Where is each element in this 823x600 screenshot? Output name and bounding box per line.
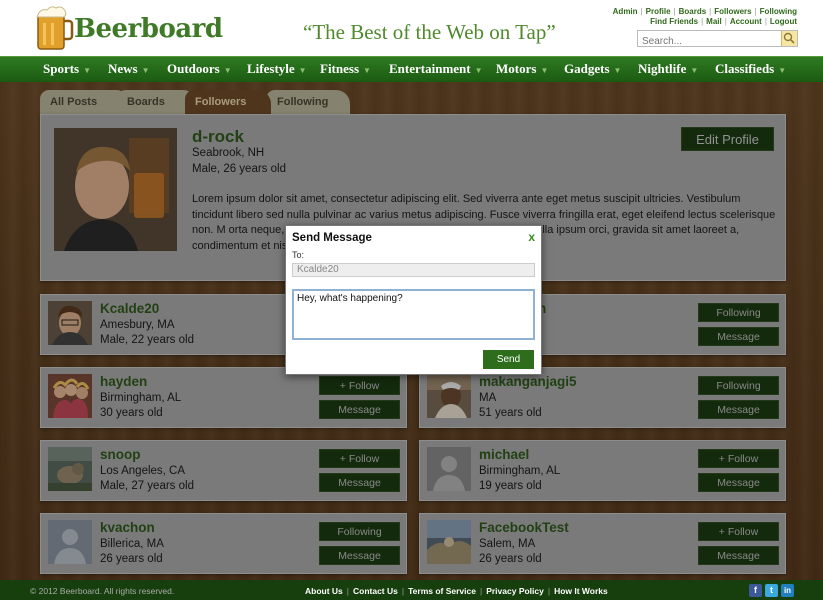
chevron-down-icon: ▼	[363, 66, 371, 75]
footer-links: About Us | Contact Us | Terms of Service | Pri…	[305, 586, 608, 596]
tagline: “The Best of the Web on Tap”	[303, 20, 556, 44]
recipient-field[interactable]: Kcalde20	[292, 263, 535, 277]
chevron-down-icon: ▼	[474, 66, 483, 75]
nav-motors[interactable]: Motors ▼	[496, 61, 548, 77]
link-mail[interactable]: Mail	[706, 17, 722, 26]
nav-label: Gadgets	[564, 61, 610, 76]
nav-gadgets[interactable]: Gadgets ▼	[564, 61, 621, 77]
copyright: © 2012 Beerboard. All rights reserved.	[30, 586, 175, 596]
nav-label: Motors	[496, 61, 537, 76]
footer-link-how-it-works[interactable]: How It Works	[554, 586, 608, 596]
search-icon	[783, 32, 795, 44]
link-logout[interactable]: Logout	[770, 17, 797, 26]
message-textarea[interactable]: Hey, what's happening?	[292, 289, 535, 340]
link-admin[interactable]: Admin	[613, 7, 638, 16]
chevron-down-icon: ▼	[298, 66, 307, 75]
link-following[interactable]: Following	[760, 7, 797, 16]
site-footer: © 2012 Beerboard. All rights reserved. A…	[0, 580, 823, 600]
chevron-down-icon: ▼	[540, 66, 549, 75]
footer-link-privacy[interactable]: Privacy Policy	[486, 586, 544, 596]
link-account[interactable]: Account	[730, 17, 762, 26]
search-button[interactable]	[781, 31, 797, 46]
nav-label: Outdoors	[167, 61, 220, 76]
facebook-icon[interactable]: f	[749, 584, 762, 597]
close-icon[interactable]: x	[528, 230, 535, 244]
footer-link-about[interactable]: About Us	[305, 586, 343, 596]
nav-label: Sports	[43, 61, 80, 76]
chevron-down-icon: ▼	[83, 66, 92, 75]
footer-link-terms[interactable]: Terms of Service	[408, 586, 476, 596]
nav-label: Fitness	[320, 61, 359, 76]
chevron-down-icon: ▼	[778, 66, 787, 75]
account-links: Admin | Profile | Boards | Followers | Following…	[612, 7, 797, 26]
link-boards[interactable]: Boards	[679, 7, 707, 16]
link-profile[interactable]: Profile	[646, 7, 671, 16]
beer-mug-icon	[36, 6, 74, 50]
search-box	[637, 30, 798, 49]
nav-entertainment[interactable]: Entertainment ▼	[389, 61, 483, 77]
nav-label: Nightlife	[638, 61, 687, 76]
nav-news[interactable]: News ▼	[108, 61, 150, 77]
chevron-down-icon: ▼	[223, 66, 232, 75]
nav-label: News	[108, 61, 138, 76]
site-logo[interactable]: Beerboard	[34, 5, 223, 53]
send-message-dialog: Send Message x To: Kcalde20 Hey, what's …	[285, 225, 542, 375]
link-find-friends[interactable]: Find Friends	[650, 17, 698, 26]
nav-label: Classifieds	[715, 61, 775, 76]
chevron-down-icon: ▼	[141, 66, 150, 75]
to-label: To:	[292, 250, 305, 260]
footer-link-contact[interactable]: Contact Us	[353, 586, 398, 596]
link-followers[interactable]: Followers	[714, 7, 751, 16]
nav-fitness[interactable]: Fitness ▼	[320, 61, 371, 77]
linkedin-icon[interactable]: in	[781, 584, 794, 597]
chevron-down-icon: ▼	[690, 66, 699, 75]
nav-nightlife[interactable]: Nightlife ▼	[638, 61, 698, 77]
nav-label: Entertainment	[389, 61, 471, 76]
nav-label: Lifestyle	[247, 61, 295, 76]
nav-lifestyle[interactable]: Lifestyle ▼	[247, 61, 307, 77]
logo-text: Beerboard	[74, 14, 223, 44]
site-header: Beerboard “The Best of the Web on Tap” A…	[0, 0, 823, 56]
send-button[interactable]: Send	[483, 350, 534, 369]
twitter-icon[interactable]: t	[765, 584, 778, 597]
chevron-down-icon: ▼	[613, 66, 622, 75]
search-input[interactable]	[638, 34, 781, 49]
nav-sports[interactable]: Sports ▼	[43, 61, 91, 77]
main-nav: Sports ▼ News ▼ Outdoors ▼ Lifestyle ▼ Fitne…	[0, 56, 823, 82]
nav-classifieds[interactable]: Classifieds ▼	[715, 61, 786, 77]
nav-outdoors[interactable]: Outdoors ▼	[167, 61, 232, 77]
dialog-title: Send Message	[292, 232, 372, 244]
